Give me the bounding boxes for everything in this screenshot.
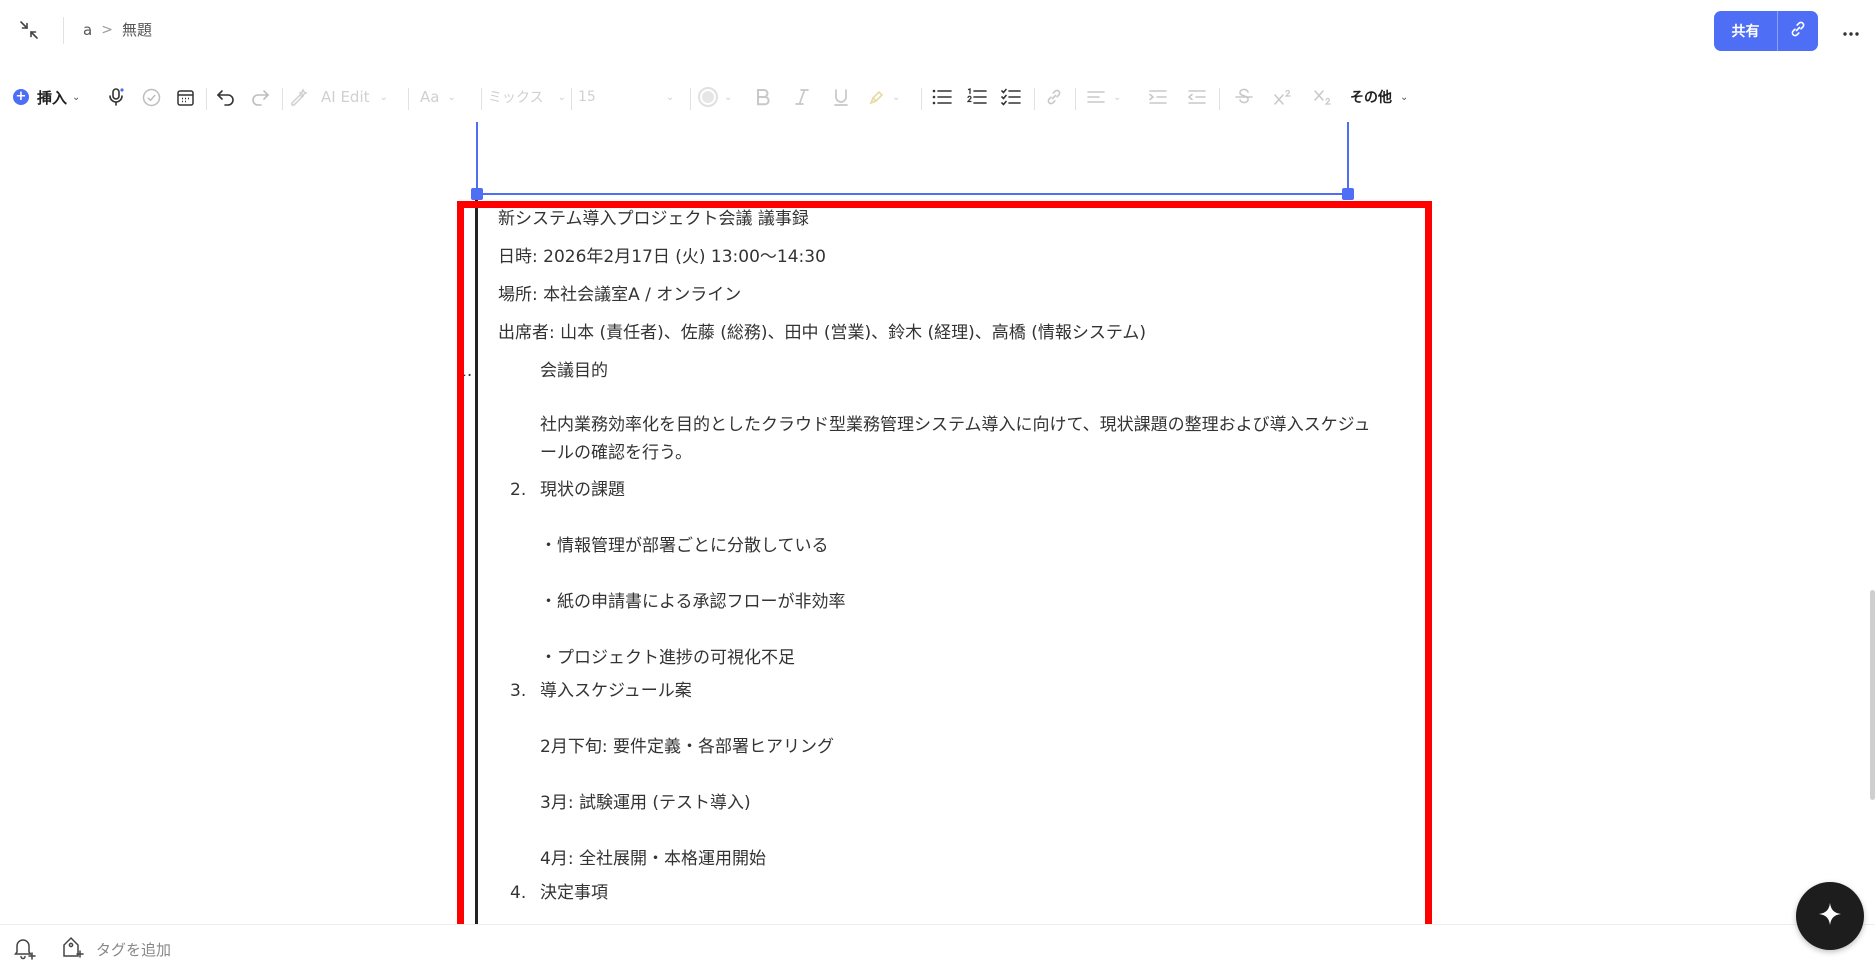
bullet-list-icon[interactable] [930,78,954,116]
resize-handle[interactable] [1342,188,1354,200]
link-icon[interactable] [1042,78,1066,116]
chevron-down-icon: ⌄ [892,91,901,103]
text-style-label: Aa [420,88,440,106]
redo-icon[interactable] [248,78,272,116]
font-size-label: 15 [578,89,596,105]
divider [690,88,691,110]
font-family-dropdown[interactable]: ミックス ⌄ [488,78,568,116]
divider [921,88,922,110]
scrollbar-thumb[interactable] [1870,590,1875,800]
ai-edit-icon [289,88,309,106]
resize-handle[interactable] [471,188,483,200]
undo-icon[interactable] [214,78,238,116]
breadcrumb-page[interactable]: 無題 [122,19,152,40]
insert-label: 挿入 [37,88,68,107]
divider [481,88,482,110]
bottom-bar: タグを追加 [0,924,1875,971]
sparkle-icon [1817,901,1843,931]
chevron-down-icon: ⌄ [665,91,675,103]
chevron-down-icon: ⌄ [447,91,456,103]
collapse-arrows-icon[interactable] [18,19,40,41]
calendar-icon[interactable] [173,78,197,116]
more-tools-label: その他 [1350,90,1392,106]
share-button[interactable]: 共有 [1714,11,1777,51]
image-frame-left-edge [476,122,478,194]
superscript-icon[interactable] [1272,78,1294,116]
text-color-icon [697,86,719,108]
divider [282,88,283,110]
text-style-dropdown[interactable]: Aa ⌄ [420,78,476,116]
bell-plus-icon[interactable] [12,936,36,964]
align-icon [1087,90,1105,104]
insert-button[interactable]: + 挿入 ⌄ [13,78,91,116]
link-icon [1789,20,1807,42]
chevron-down-icon: ⌄ [724,91,733,103]
chevron-down-icon: ⌄ [1113,91,1122,103]
ellipsis-icon [1842,18,1860,42]
italic-icon[interactable] [791,78,813,116]
microphone-icon[interactable] [104,78,128,116]
image-frame-right-edge [1347,122,1349,194]
editor-toolbar: + 挿入 ⌄ AI Edit ⌄ Aa ⌄ ミックス ⌄ 15 ⌄ ⌄ ⌄ ⌄ … [0,78,1875,116]
more-tools-dropdown[interactable]: その他 ⌄ [1350,78,1416,116]
tag-plus-icon[interactable] [60,936,84,964]
highlight-icon [868,88,886,106]
breadcrumb-workspace[interactable]: a [83,21,92,39]
outdent-icon[interactable] [1186,78,1208,116]
plus-icon: + [13,89,29,105]
breadcrumb: a > 無題 [83,19,152,40]
align-dropdown[interactable]: ⌄ [1087,78,1133,116]
share-button-group: 共有 [1714,11,1818,51]
text-color-button[interactable]: ⌄ [697,78,739,116]
check-circle-icon[interactable] [139,78,163,116]
font-size-dropdown[interactable]: 15 ⌄ [578,78,682,116]
divider [1075,88,1076,110]
divider [1219,88,1220,110]
more-options-button[interactable] [1838,20,1864,40]
strikethrough-icon[interactable] [1233,78,1255,116]
image-frame-bottom-edge [476,193,1349,195]
highlight-button[interactable]: ⌄ [868,78,910,116]
chevron-down-icon: ⌄ [379,91,388,103]
numbered-list-icon[interactable] [965,78,989,116]
divider [571,88,572,110]
bold-icon[interactable] [752,78,774,116]
divider [408,88,409,110]
divider [206,88,207,110]
checklist-icon[interactable] [999,78,1023,116]
chevron-down-icon: ⌄ [72,91,81,103]
breadcrumb-separator: > [101,21,113,38]
underline-icon[interactable] [830,78,852,116]
divider [1034,88,1035,110]
font-family-label: ミックス [488,90,544,106]
divider [63,17,64,44]
ai-edit-button[interactable]: AI Edit ⌄ [289,78,399,116]
top-bar: a > 無題 共有 [0,0,1875,62]
indent-icon[interactable] [1147,78,1169,116]
add-tag-button[interactable]: タグを追加 [96,939,171,960]
chevron-down-icon: ⌄ [557,91,566,103]
subscript-icon[interactable] [1312,78,1334,116]
annotation-highlight-box [457,201,1432,932]
ai-edit-label: AI Edit [321,88,370,106]
copy-link-button[interactable] [1778,11,1818,51]
chevron-down-icon: ⌄ [1400,91,1409,103]
ai-assistant-button[interactable] [1796,882,1864,950]
